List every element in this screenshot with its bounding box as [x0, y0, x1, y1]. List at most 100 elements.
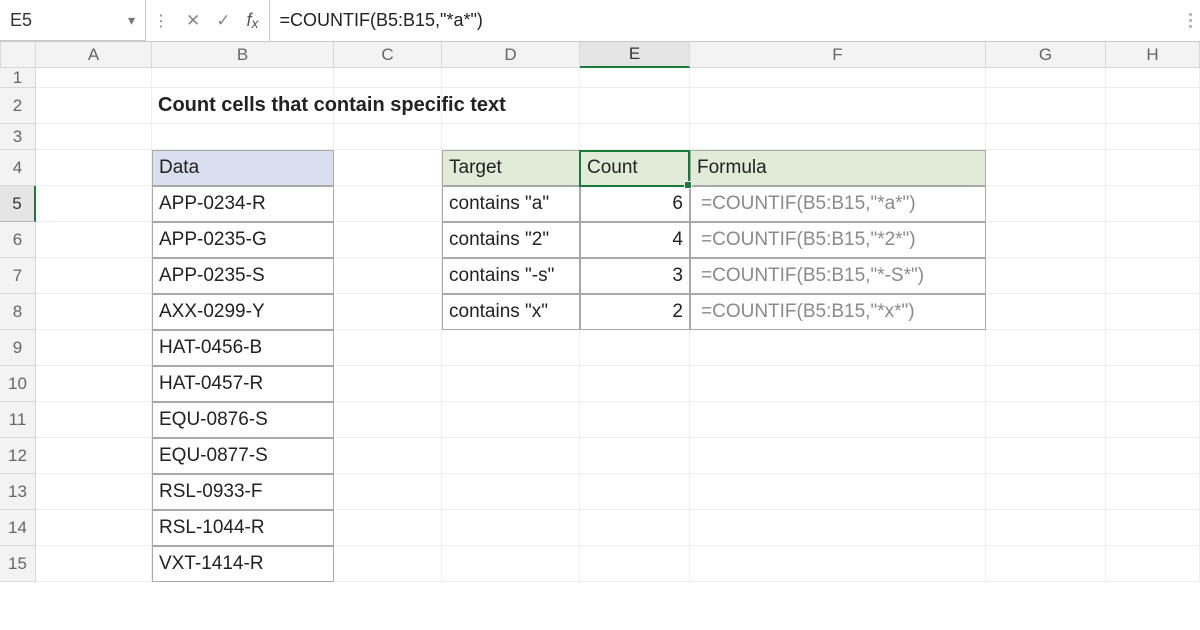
cell-C4[interactable]: [334, 150, 442, 186]
cell-H4[interactable]: [1106, 150, 1200, 186]
cell-G14[interactable]: [986, 510, 1106, 546]
cell-B1[interactable]: [152, 68, 334, 88]
row-header-1[interactable]: 1: [0, 68, 36, 88]
cell-E10[interactable]: [580, 366, 690, 402]
count-header[interactable]: Count: [580, 150, 690, 186]
row-header-6[interactable]: 6: [0, 222, 36, 258]
cell-A5[interactable]: [36, 186, 152, 222]
cell-H13[interactable]: [1106, 474, 1200, 510]
cell-G15[interactable]: [986, 546, 1106, 582]
cell-E15[interactable]: [580, 546, 690, 582]
formula-cell[interactable]: =COUNTIF(B5:B15,"*a*"): [690, 186, 986, 222]
cell-H9[interactable]: [1106, 330, 1200, 366]
data-row[interactable]: APP-0235-G: [152, 222, 334, 258]
cell-E12[interactable]: [580, 438, 690, 474]
row-header-14[interactable]: 14: [0, 510, 36, 546]
cell-F9[interactable]: [690, 330, 986, 366]
cell-F15[interactable]: [690, 546, 986, 582]
cell-H5[interactable]: [1106, 186, 1200, 222]
cell-F10[interactable]: [690, 366, 986, 402]
cell-H6[interactable]: [1106, 222, 1200, 258]
cell-E2[interactable]: [580, 88, 690, 124]
row-header-10[interactable]: 10: [0, 366, 36, 402]
cell-E11[interactable]: [580, 402, 690, 438]
count-cell[interactable]: 6: [580, 186, 690, 222]
cell-C8[interactable]: [334, 294, 442, 330]
cell-C12[interactable]: [334, 438, 442, 474]
cell-D11[interactable]: [442, 402, 580, 438]
cell-C5[interactable]: [334, 186, 442, 222]
cell-C6[interactable]: [334, 222, 442, 258]
row-header-2[interactable]: 2: [0, 88, 36, 124]
row-header-3[interactable]: 3: [0, 124, 36, 150]
data-row[interactable]: VXT-1414-R: [152, 546, 334, 582]
cell-C14[interactable]: [334, 510, 442, 546]
cell-A4[interactable]: [36, 150, 152, 186]
formula-cell[interactable]: =COUNTIF(B5:B15,"*2*"): [690, 222, 986, 258]
data-row[interactable]: EQU-0876-S: [152, 402, 334, 438]
cell-A1[interactable]: [36, 68, 152, 88]
formula-cell[interactable]: =COUNTIF(B5:B15,"*-S*"): [690, 258, 986, 294]
cell-G13[interactable]: [986, 474, 1106, 510]
col-header-A[interactable]: A: [36, 42, 152, 68]
cell-D9[interactable]: [442, 330, 580, 366]
formula-cell[interactable]: =COUNTIF(B5:B15,"*x*"): [690, 294, 986, 330]
row-header-9[interactable]: 9: [0, 330, 36, 366]
cell-D13[interactable]: [442, 474, 580, 510]
data-row[interactable]: RSL-1044-R: [152, 510, 334, 546]
name-box[interactable]: E5 ▾: [0, 0, 146, 41]
cell-G2[interactable]: [986, 88, 1106, 124]
col-header-B[interactable]: B: [152, 42, 334, 68]
row-header-5[interactable]: 5: [0, 186, 36, 222]
cell-A7[interactable]: [36, 258, 152, 294]
row-header-12[interactable]: 12: [0, 438, 36, 474]
data-row[interactable]: AXX-0299-Y: [152, 294, 334, 330]
cell-C13[interactable]: [334, 474, 442, 510]
cell-D15[interactable]: [442, 546, 580, 582]
cell-H15[interactable]: [1106, 546, 1200, 582]
cell-B3[interactable]: [152, 124, 334, 150]
cell-G5[interactable]: [986, 186, 1106, 222]
cell-C15[interactable]: [334, 546, 442, 582]
target-cell[interactable]: contains "-s": [442, 258, 580, 294]
cancel-icon[interactable]: ✕: [186, 11, 200, 31]
data-row[interactable]: HAT-0457-R: [152, 366, 334, 402]
target-header[interactable]: Target: [442, 150, 580, 186]
cell-A8[interactable]: [36, 294, 152, 330]
cell-F1[interactable]: [690, 68, 986, 88]
col-header-C[interactable]: C: [334, 42, 442, 68]
cell-G11[interactable]: [986, 402, 1106, 438]
cell-C11[interactable]: [334, 402, 442, 438]
count-cell[interactable]: 3: [580, 258, 690, 294]
cell-E1[interactable]: [580, 68, 690, 88]
col-header-F[interactable]: F: [690, 42, 986, 68]
cell-G6[interactable]: [986, 222, 1106, 258]
fx-icon[interactable]: fx: [247, 10, 259, 31]
data-row[interactable]: HAT-0456-B: [152, 330, 334, 366]
target-cell[interactable]: contains "a": [442, 186, 580, 222]
cell-D1[interactable]: [442, 68, 580, 88]
cell-H12[interactable]: [1106, 438, 1200, 474]
cell-F13[interactable]: [690, 474, 986, 510]
cell-H3[interactable]: [1106, 124, 1200, 150]
cell-D12[interactable]: [442, 438, 580, 474]
cell-F12[interactable]: [690, 438, 986, 474]
cell-E3[interactable]: [580, 124, 690, 150]
cell-E14[interactable]: [580, 510, 690, 546]
cell-A6[interactable]: [36, 222, 152, 258]
cell-G9[interactable]: [986, 330, 1106, 366]
cell-H14[interactable]: [1106, 510, 1200, 546]
col-header-E[interactable]: E: [580, 42, 690, 68]
target-cell[interactable]: contains "x": [442, 294, 580, 330]
data-row[interactable]: EQU-0877-S: [152, 438, 334, 474]
cell-A14[interactable]: [36, 510, 152, 546]
cell-A13[interactable]: [36, 474, 152, 510]
row-header-11[interactable]: 11: [0, 402, 36, 438]
data-row[interactable]: APP-0235-S: [152, 258, 334, 294]
cell-D14[interactable]: [442, 510, 580, 546]
cell-F3[interactable]: [690, 124, 986, 150]
cell-G10[interactable]: [986, 366, 1106, 402]
cell-H10[interactable]: [1106, 366, 1200, 402]
accept-icon[interactable]: ✓: [216, 11, 230, 31]
col-header-G[interactable]: G: [986, 42, 1106, 68]
